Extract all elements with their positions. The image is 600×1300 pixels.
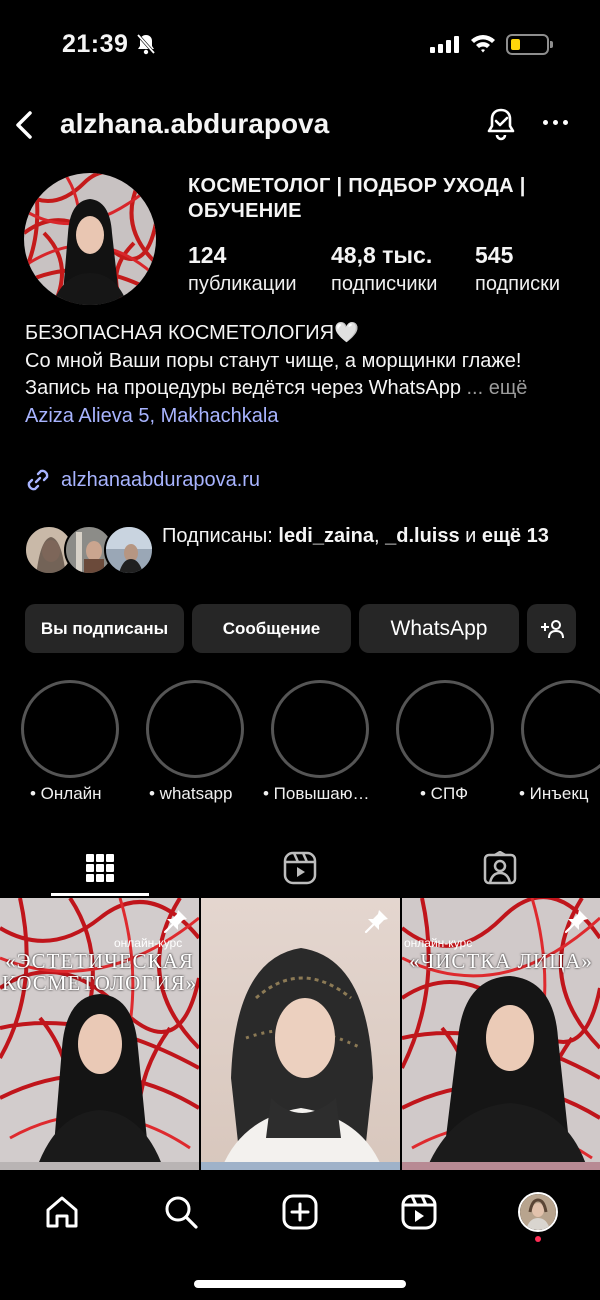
tab-grid[interactable] xyxy=(0,840,200,896)
post-title: «ЭСТЕТИЧЕСКАЯ КОСМЕТОЛОГИЯ» xyxy=(0,950,199,994)
link-icon xyxy=(27,469,49,491)
mutual-prefix: Подписаны: xyxy=(162,525,279,547)
story-highlight-label: • Инъекц xyxy=(519,784,589,803)
following-button[interactable]: Вы подписаны xyxy=(25,604,184,653)
stat-followers[interactable]: 48,8 тыс. подписчики xyxy=(331,240,437,298)
reels-icon xyxy=(283,851,317,885)
mutual-follower-avatar xyxy=(104,525,154,575)
story-highlight-label: • Онлайн xyxy=(30,784,102,803)
post-thumbnail[interactable]: онлайн-курс «ЭСТЕТИЧЕСКАЯ КОСМЕТОЛОГИЯ» xyxy=(0,898,199,1170)
profile-avatar[interactable] xyxy=(24,173,156,305)
wifi-icon xyxy=(471,35,495,53)
profile-category-title: КОСМЕТОЛОГ | ПОДБОР УХОДА | ОБУЧЕНИЕ xyxy=(188,175,526,222)
mutual-and: и xyxy=(459,525,482,547)
pin-icon xyxy=(364,910,388,934)
profile-header: alzhana.abdurapova xyxy=(0,100,600,150)
post-subtitle: онлайн-курс xyxy=(114,936,183,950)
pin-icon xyxy=(564,910,588,934)
website-link-text: alzhanaabdurapova.ru xyxy=(61,468,261,491)
nav-home[interactable] xyxy=(40,1190,84,1234)
stat-following[interactable]: 545 подписки xyxy=(475,240,560,298)
stat-followers-label: подписчики xyxy=(331,273,438,295)
profile-username: alzhana.abdurapova xyxy=(60,108,330,139)
tab-tagged[interactable] xyxy=(400,840,600,896)
mutual-user-1: ledi_zaina xyxy=(278,525,374,547)
post-title: «ЧИСТКА ЛИЦА» xyxy=(402,950,600,972)
bio-line: БЕЗОПАСНАЯ КОСМЕТОЛОГИЯ🤍 xyxy=(25,322,360,344)
back-arrow-icon[interactable] xyxy=(12,110,36,140)
profile-avatar-small xyxy=(518,1192,558,1232)
bio-more-link[interactable]: ... ещё xyxy=(467,377,528,399)
nav-reels[interactable] xyxy=(397,1190,441,1234)
nav-search[interactable] xyxy=(159,1190,203,1234)
nav-profile[interactable] xyxy=(516,1190,560,1234)
active-tab-indicator xyxy=(51,893,149,896)
status-time: 21:39 xyxy=(62,30,129,58)
post-title-line: «ЭСТЕТИЧЕСКАЯ xyxy=(5,949,194,973)
story-highlight-label: • СПФ xyxy=(420,784,469,803)
stat-posts[interactable]: 124 публикации xyxy=(188,240,297,298)
bell-off-icon xyxy=(136,34,156,55)
stat-following-label: подписки xyxy=(475,273,561,295)
post-title-line: «ЧИСТКА ЛИЦА» xyxy=(409,949,593,973)
mutual-rest-count: ещё 13 xyxy=(481,525,549,547)
story-highlight[interactable] xyxy=(521,680,600,778)
bio-line: Со мной Ваши поры станут чище, а морщинк… xyxy=(25,349,522,372)
more-options-icon[interactable] xyxy=(543,120,568,125)
story-highlight[interactable] xyxy=(21,680,119,778)
profile-screen: 21:39 alzhana.abdurapova КОСМЕТОЛОГ | ПО… xyxy=(0,0,600,1300)
status-bar: 21:39 xyxy=(0,0,600,90)
mutual-separator: , xyxy=(374,525,386,547)
battery-icon xyxy=(506,34,553,55)
bio-location-link[interactable]: Aziza Alieva 5, Makhachkala xyxy=(25,403,585,431)
stat-posts-value: 124 xyxy=(188,242,227,268)
home-icon xyxy=(46,1196,78,1228)
story-highlight-label: • Повышаю… xyxy=(263,784,370,803)
home-indicator[interactable] xyxy=(194,1280,406,1288)
story-highlight[interactable] xyxy=(396,680,494,778)
mutual-followers-avatars[interactable] xyxy=(24,525,154,575)
post-title-line: КОСМЕТОЛОГИЯ» xyxy=(1,971,198,995)
bio-line-with-more: Запись на процедуры ведётся через WhatsA… xyxy=(25,375,585,403)
tagged-person-icon xyxy=(483,851,517,885)
suggest-people-button[interactable] xyxy=(527,604,576,653)
cellular-signal-icon xyxy=(430,36,459,53)
mutual-followers-text[interactable]: Подписаны: ledi_zaina, _d.luiss и ещё 13 xyxy=(162,522,582,550)
post-subtitle: онлайн-курс xyxy=(404,936,473,950)
post-thumbnail[interactable] xyxy=(201,898,400,1170)
search-icon xyxy=(165,1196,198,1229)
story-highlight-label: • whatsapp xyxy=(149,784,233,803)
stat-following-value: 545 xyxy=(475,242,514,268)
grid-icon xyxy=(86,854,114,882)
profile-tabs xyxy=(0,840,600,898)
notification-dot xyxy=(535,1236,541,1242)
whatsapp-button[interactable]: WhatsApp xyxy=(359,604,519,653)
reels-icon xyxy=(401,1194,437,1230)
add-person-icon xyxy=(540,619,564,638)
website-link[interactable]: alzhanaabdurapova.ru xyxy=(25,467,260,493)
pin-icon xyxy=(163,910,187,934)
notifications-bell-icon[interactable] xyxy=(484,106,518,142)
profile-bio: БЕЗОПАСНАЯ КОСМЕТОЛОГИЯ🤍 Со мной Ваши по… xyxy=(25,320,585,430)
tab-reels[interactable] xyxy=(200,840,400,896)
stat-posts-label: публикации xyxy=(188,273,297,295)
story-highlight[interactable] xyxy=(271,680,369,778)
post-thumbnail[interactable]: онлайн-курс «ЧИСТКА ЛИЦА» xyxy=(402,898,600,1170)
mutual-user-2: _d.luiss xyxy=(385,525,460,547)
story-highlight[interactable] xyxy=(146,680,244,778)
posts-grid: онлайн-курс «ЭСТЕТИЧЕСКАЯ КОСМЕТОЛОГИЯ» xyxy=(0,898,600,1178)
nav-create[interactable] xyxy=(278,1190,322,1234)
create-post-icon xyxy=(282,1194,318,1230)
bottom-navigation xyxy=(0,1170,600,1300)
bio-line: Запись на процедуры ведётся через WhatsA… xyxy=(25,377,461,399)
message-button[interactable]: Сообщение xyxy=(192,604,351,653)
stat-followers-value: 48,8 тыс. xyxy=(331,242,433,268)
